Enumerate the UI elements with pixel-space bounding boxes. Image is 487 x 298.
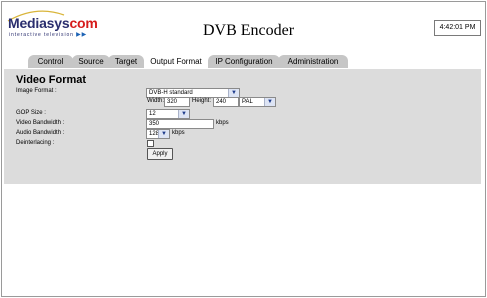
page-title: DVB Encoder [203,22,295,39]
tab-control[interactable]: Control [28,55,73,68]
image-format-label: Image Format : [16,88,57,94]
logo: Mediasyscom interactive television ▶▶ [7,9,98,43]
gop-size-label: GOP Size : [16,110,46,116]
logo-wordmark: Mediasyscom [8,15,98,31]
double-play-arrow-icon: ▶▶ [76,32,88,38]
video-standard-select[interactable]: PAL ▼ [239,97,276,107]
chevron-down-icon: ▼ [158,130,169,138]
deinterlacing-checkbox[interactable] [147,140,154,147]
audio-bandwidth-select[interactable]: 128 ▼ [146,129,170,139]
output-format-panel [4,69,481,184]
audio-bandwidth-unit: kbps [172,130,185,136]
image-format-value: DVB-H standard [149,90,193,96]
height-label: Height: [192,98,212,104]
logo-tagline-text: interactive television [9,32,74,38]
gop-size-select[interactable]: 12 ▼ [146,109,190,119]
video-bandwidth-input[interactable]: 350 [146,119,214,129]
tab-source[interactable]: Source [72,55,110,68]
logo-tagline: interactive television ▶▶ [9,31,87,38]
tab-output-format[interactable]: Output Format [144,55,208,68]
tab-bar: Control Source Target Output Format IP C… [4,55,481,69]
video-bandwidth-unit: kbps [216,120,229,126]
deinterlacing-label: Deinterlacing : [16,140,55,146]
video-bandwidth-label: Video Bandwidth : [16,120,65,126]
logo-brand-accent: com [69,15,98,31]
tab-target[interactable]: Target [108,55,144,68]
chevron-down-icon: ▼ [264,98,275,106]
clock-display: 4:42:01 PM [434,20,481,36]
gop-size-value: 12 [149,111,156,117]
chevron-down-icon: ▼ [178,110,189,118]
audio-bandwidth-label: Audio Bandwidth : [16,130,65,136]
chevron-down-icon: ▼ [228,89,239,97]
apply-button[interactable]: Apply [147,148,173,160]
height-input[interactable]: 240 [213,97,239,107]
video-standard-value: PAL [242,99,253,105]
width-label: Width: [147,98,165,104]
logo-brand-main: Mediasys [8,15,70,31]
section-title: Video Format [16,74,87,86]
tab-administration[interactable]: Administration [278,55,348,68]
width-input[interactable]: 320 [164,97,190,107]
tab-ip-configuration[interactable]: IP Configuration [208,55,280,68]
